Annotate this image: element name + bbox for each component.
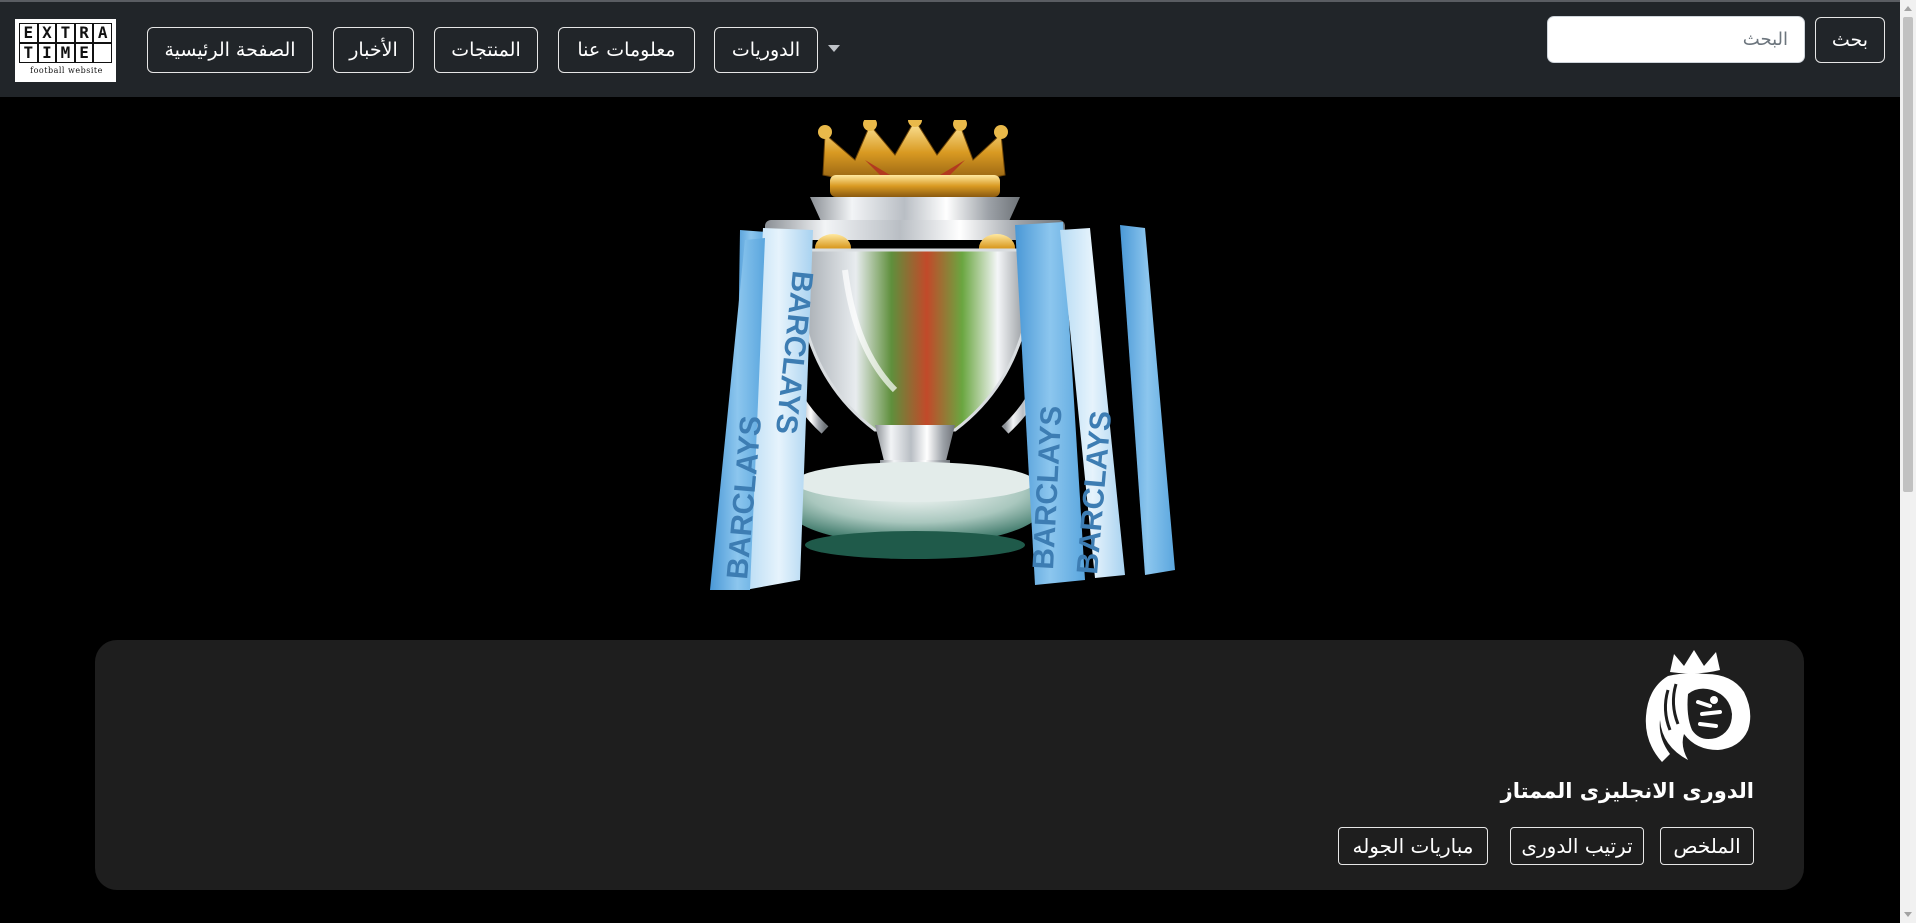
logo-letter: A [93,23,112,43]
search-button[interactable]: بحث [1815,17,1885,63]
logo-letter: I [37,43,57,63]
nav-products-button[interactable]: المنتجات [434,27,538,73]
logo-letter: T [56,23,75,43]
page-scrollbar[interactable] [1900,0,1916,923]
nav-news-button[interactable]: الأخبار [333,27,414,73]
logo-letter [93,43,112,63]
search-input[interactable] [1547,16,1805,63]
premier-league-trophy-image: BARCLAYS BARCLAYS BARCLAYS BARCLAYS [710,120,1175,590]
scroll-down-arrow-icon[interactable] [1904,912,1912,917]
logo-subtitle: football website [30,66,103,75]
logo-letter-grid: E X T R A T I M E [19,23,112,63]
logo-letter: E [74,43,94,63]
logo-letter: T [19,43,38,63]
nav-home-button[interactable]: الصفحة الرئيسية [147,27,313,73]
logo-letter: R [74,23,94,43]
scroll-thumb[interactable] [1903,17,1913,492]
top-navbar: E X T R A T I M E football website الصفح… [0,2,1900,97]
leagues-dropdown-caret-icon[interactable] [828,45,840,52]
premier-league-lion-logo [1645,650,1751,762]
logo-letter: E [19,23,38,43]
nav-leagues-button[interactable]: الدوريات [714,27,818,73]
logo-letter: X [37,23,57,43]
logo-letter: M [56,43,75,63]
nav-about-button[interactable]: معلومات عنا [558,27,695,73]
standings-tab-button[interactable]: ترتيب الدورى [1510,827,1644,865]
league-title: الدورى الانجليزى الممتاز [1500,779,1754,803]
scroll-up-arrow-icon[interactable] [1904,6,1912,11]
round-matches-tab-button[interactable]: مباريات الجوله [1338,827,1488,865]
extra-time-logo[interactable]: E X T R A T I M E football website [15,19,116,82]
summary-tab-button[interactable]: الملخص [1660,827,1754,865]
